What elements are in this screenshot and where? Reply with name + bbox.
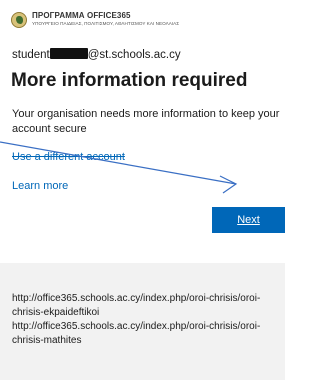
org-logo: ΠΡΟΓΡΑΜΜΑ OFFICE365 ΥΠΟΥΡΓΕΙΟ ΠΑΙΔΕΙΑΣ, …	[11, 12, 179, 28]
terms-link-teachers[interactable]: http://office365.schools.ac.cy/index.php…	[12, 292, 280, 320]
account-domain: @st.schools.ac.cy	[87, 49, 181, 61]
footer-panel: http://office365.schools.ac.cy/index.php…	[0, 263, 285, 380]
redaction-block	[49, 48, 88, 59]
cyprus-seal-icon	[11, 12, 27, 28]
page-title: More information required	[11, 70, 248, 91]
terms-link-students[interactable]: http://office365.schools.ac.cy/index.php…	[12, 320, 280, 348]
info-description: Your organisation needs more information…	[12, 108, 280, 135]
account-prefix: student	[12, 49, 50, 61]
learn-more-link[interactable]: Learn more	[12, 180, 68, 192]
logo-title: ΠΡΟΓΡΑΜΜΑ OFFICE365	[32, 11, 131, 20]
use-different-account-link[interactable]: Use a different account	[12, 151, 125, 163]
next-button[interactable]: Next	[212, 207, 285, 233]
logo-subtitle: ΥΠΟΥΡΓΕΙΟ ΠΑΙΔΕΙΑΣ, ΠΟΛΙΤΙΣΜΟΥ, ΑΘΛΗΤΙΣΜ…	[32, 21, 180, 26]
account-identifier: student @st.schools.ac.cy	[12, 48, 181, 61]
